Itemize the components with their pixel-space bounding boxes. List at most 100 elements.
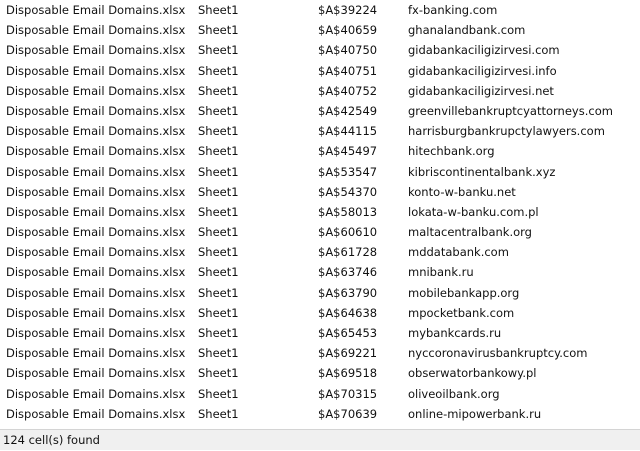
result-row[interactable]: Disposable Email Domains.xlsx Sheet1 $A$54… [0,182,640,202]
result-book: Disposable Email Domains.xlsx [6,245,186,260]
result-value: kibriscontinentalbank.xyz [408,164,556,179]
result-row[interactable]: Disposable Email Domains.xlsx Sheet1 $A$70… [0,384,640,404]
result-cell-address: $A$69518 [318,366,378,381]
result-cell-address: $A$63790 [318,285,378,300]
result-row[interactable]: Disposable Email Domains.xlsx Sheet1 $A$63… [0,262,640,282]
result-cell-address: $A$65453 [318,326,378,340]
result-cell-address: $A$40751 [318,63,378,78]
result-cell-address: $A$70639 [318,406,378,421]
result-value: gidabankaciligizirvesi.info [408,63,557,78]
result-sheet: Sheet1 [198,63,239,78]
result-row[interactable]: Disposable Email Domains.xlsx Sheet1 $A$39… [0,0,640,20]
result-sheet: Sheet1 [198,83,239,98]
result-row[interactable]: Disposable Email Domains.xlsx Sheet1 $A$65… [0,323,640,343]
status-bar: 124 cell(s) found [0,429,640,450]
result-sheet: Sheet1 [198,386,239,401]
result-book: Disposable Email Domains.xlsx [6,144,186,159]
result-book: Disposable Email Domains.xlsx [6,346,186,361]
result-sheet: Sheet1 [198,285,239,300]
result-row[interactable]: Disposable Email Domains.xlsx Sheet1 $A$69… [0,343,640,363]
result-row[interactable]: Disposable Email Domains.xlsx Sheet1 $A$53… [0,162,640,182]
result-value: mddatabank.com [408,245,509,260]
result-value: mobilebankapp.org [408,285,520,300]
result-book: Disposable Email Domains.xlsx [6,326,186,340]
result-value: oliveoilbank.org [408,386,500,401]
result-book: Disposable Email Domains.xlsx [6,305,186,320]
result-sheet: Sheet1 [198,245,239,260]
result-value: gidabankaciligizirvesi.net [408,83,554,98]
result-value: nyccoronavirusbankruptcy.com [408,346,588,361]
result-cell-address: $A$39224 [318,3,378,17]
result-sheet: Sheet1 [198,164,239,179]
result-value: obserwatorbankowy.pl [408,366,537,381]
result-book: Disposable Email Domains.xlsx [6,43,186,58]
result-row[interactable]: Disposable Email Domains.xlsx Sheet1 $A$40… [0,61,640,81]
result-book: Disposable Email Domains.xlsx [6,23,186,38]
result-sheet: Sheet1 [198,23,239,38]
result-cell-address: $A$61728 [318,245,378,260]
result-value: maltacentralbank.org [408,225,532,240]
result-row[interactable]: Disposable Email Domains.xlsx Sheet1 $A$40… [0,81,640,101]
result-sheet: Sheet1 [198,225,239,240]
result-sheet: Sheet1 [198,204,239,219]
find-results-list[interactable]: Disposable Email Domains.xlsx Sheet1 $A$39… [0,0,640,428]
result-value: lokata-w-banku.com.pl [408,204,539,219]
result-cell-address: $A$40659 [318,23,378,38]
result-value: harrisburgbankrupctylawyers.com [408,124,605,139]
result-value: fx-banking.com [408,3,498,17]
result-sheet: Sheet1 [198,3,239,17]
result-row[interactable]: Disposable Email Domains.xlsx Sheet1 $A$45… [0,141,640,161]
result-row[interactable]: Disposable Email Domains.xlsx Sheet1 $A$64… [0,303,640,323]
result-cell-address: $A$63746 [318,265,378,280]
result-book: Disposable Email Domains.xlsx [6,184,186,199]
result-book: Disposable Email Domains.xlsx [6,63,186,78]
result-cell-address: $A$45497 [318,144,378,159]
result-cell-address: $A$54370 [318,184,378,199]
result-value: konto-w-banku.net [408,184,516,199]
result-value: greenvillebankruptcyattorneys.com [408,103,613,118]
result-sheet: Sheet1 [198,406,239,421]
result-value: gidabankaciligizirvesi.com [408,43,560,58]
result-book: Disposable Email Domains.xlsx [6,265,186,280]
result-sheet: Sheet1 [198,184,239,199]
result-sheet: Sheet1 [198,144,239,159]
result-cell-address: $A$42549 [318,103,378,118]
result-row[interactable]: Disposable Email Domains.xlsx Sheet1 $A$69… [0,363,640,383]
result-book: Disposable Email Domains.xlsx [6,366,186,381]
result-sheet: Sheet1 [198,103,239,118]
result-row[interactable]: Disposable Email Domains.xlsx Sheet1 $A$58… [0,202,640,222]
result-row[interactable]: Disposable Email Domains.xlsx Sheet1 $A$63… [0,283,640,303]
result-cell-address: $A$44115 [318,124,378,139]
result-book: Disposable Email Domains.xlsx [6,225,186,240]
result-row[interactable]: Disposable Email Domains.xlsx Sheet1 $A$44… [0,121,640,141]
result-book: Disposable Email Domains.xlsx [6,285,186,300]
result-value: online-mipowerbank.ru [408,406,542,421]
result-book: Disposable Email Domains.xlsx [6,124,186,139]
result-book: Disposable Email Domains.xlsx [6,3,186,17]
result-cell-address: $A$64638 [318,305,378,320]
result-sheet: Sheet1 [198,305,239,320]
result-row[interactable]: Disposable Email Domains.xlsx Sheet1 $A$70… [0,404,640,424]
result-book: Disposable Email Domains.xlsx [6,164,186,179]
result-sheet: Sheet1 [198,124,239,139]
result-value: ghanalandbank.com [408,23,526,38]
result-row[interactable]: Disposable Email Domains.xlsx Sheet1 $A$61… [0,242,640,262]
result-cell-address: $A$70315 [318,386,378,401]
result-row[interactable]: Disposable Email Domains.xlsx Sheet1 $A$60… [0,222,640,242]
result-sheet: Sheet1 [198,366,239,381]
result-cell-address: $A$40752 [318,83,378,98]
result-value: mybankcards.ru [408,326,502,340]
result-sheet: Sheet1 [198,326,239,340]
result-row[interactable]: Disposable Email Domains.xlsx Sheet1 $A$40… [0,20,640,40]
result-cell-address: $A$58013 [318,204,378,219]
result-cell-address: $A$40750 [318,43,378,58]
result-value: hitechbank.org [408,144,495,159]
result-cell-address: $A$53547 [318,164,378,179]
result-sheet: Sheet1 [198,43,239,58]
result-value: mpocketbank.com [408,305,515,320]
result-book: Disposable Email Domains.xlsx [6,406,186,421]
result-book: Disposable Email Domains.xlsx [6,103,186,118]
result-row[interactable]: Disposable Email Domains.xlsx Sheet1 $A$40… [0,40,640,60]
result-row[interactable]: Disposable Email Domains.xlsx Sheet1 $A$42… [0,101,640,121]
result-value: mnibank.ru [408,265,474,280]
